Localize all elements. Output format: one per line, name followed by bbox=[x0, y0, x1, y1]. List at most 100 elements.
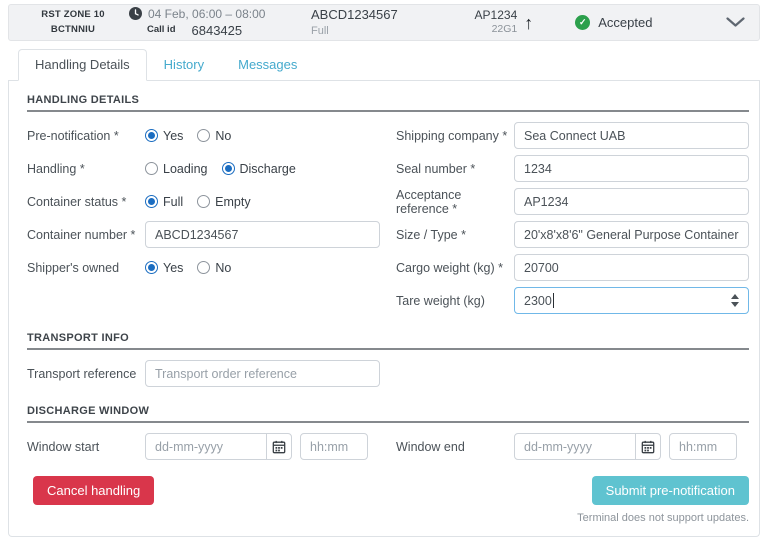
schedule-text: 04 Feb, 06:00 – 08:00 bbox=[148, 6, 266, 21]
calendar-icon bbox=[272, 440, 286, 454]
acceptance-reference-row: Acceptance reference * bbox=[396, 185, 749, 218]
window-end-time-input[interactable] bbox=[669, 433, 737, 460]
window-start-time-input[interactable] bbox=[300, 433, 368, 460]
collapse-chevron-icon[interactable] bbox=[726, 17, 745, 28]
check-circle-icon: ✓ bbox=[575, 15, 591, 30]
header-container-status: Full bbox=[311, 24, 329, 37]
seal-number-row: Seal number * bbox=[396, 152, 749, 185]
header-reference: AP1234 bbox=[474, 8, 518, 23]
zone-block: RST ZONE 10 BCTNNIU bbox=[23, 8, 123, 37]
handling-radio-discharge[interactable]: Discharge bbox=[221, 162, 296, 176]
handling-details-title: HANDLING DETAILS bbox=[27, 94, 749, 112]
acceptance-reference-label: Acceptance reference * bbox=[396, 187, 462, 216]
shippers-owned-label: Shipper's owned bbox=[27, 260, 120, 275]
container-number-label: Container number * bbox=[27, 227, 136, 242]
radio-selected-icon[interactable] bbox=[145, 261, 158, 274]
window-end-row: Window end bbox=[396, 430, 749, 463]
tare-weight-row: Tare weight (kg) 2300 bbox=[396, 284, 749, 317]
window-start-date-input[interactable] bbox=[145, 433, 267, 460]
handling-page: RST ZONE 10 BCTNNIU 04 Feb, 06:00 – 08:0… bbox=[0, 0, 768, 537]
pre-notification-radio-no[interactable]: No bbox=[197, 129, 231, 143]
container-number-row: Container number * bbox=[27, 218, 380, 251]
window-start-label: Window start bbox=[27, 439, 100, 454]
tab-history[interactable]: History bbox=[147, 49, 221, 81]
handling-details-card: HANDLING DETAILS Pre-notification * Yes bbox=[8, 81, 760, 537]
section-handling-details: HANDLING DETAILS Pre-notification * Yes bbox=[27, 94, 749, 317]
stepper-up-icon[interactable] bbox=[731, 294, 739, 299]
action-bar: Cancel handling Submit pre-notification … bbox=[27, 476, 749, 524]
transport-reference-label: Transport reference bbox=[27, 366, 137, 381]
window-start-calendar-button[interactable] bbox=[266, 433, 292, 460]
transport-info-title: TRANSPORT INFO bbox=[27, 332, 749, 350]
shipping-company-label: Shipping company * bbox=[396, 128, 508, 143]
size-type-row: Size / Type * bbox=[396, 218, 749, 251]
acceptance-reference-input[interactable] bbox=[514, 188, 749, 215]
status-text: Accepted bbox=[598, 15, 653, 30]
radio-unselected-icon[interactable] bbox=[197, 261, 211, 274]
number-stepper[interactable] bbox=[728, 292, 742, 309]
header-container-number: ABCD1234567 bbox=[311, 6, 398, 22]
cargo-weight-row: Cargo weight (kg) * bbox=[396, 251, 749, 284]
container-status-radio-full[interactable]: Full bbox=[145, 195, 183, 209]
clock-icon bbox=[129, 7, 142, 21]
size-type-label: Size / Type * bbox=[396, 227, 466, 242]
tab-bar: Handling Details History Messages bbox=[8, 49, 760, 81]
call-id-value: 6843425 bbox=[191, 22, 243, 38]
handling-right-column: Shipping company * Seal number * Accepta… bbox=[396, 119, 749, 317]
seal-number-input[interactable] bbox=[514, 155, 749, 182]
header-iso-code: 22G1 bbox=[491, 23, 518, 36]
zone-label: RST ZONE 10 bbox=[41, 9, 105, 21]
call-summary-bar: RST ZONE 10 BCTNNIU 04 Feb, 06:00 – 08:0… bbox=[8, 4, 760, 41]
container-status-label: Container status * bbox=[27, 194, 127, 209]
discharge-window-title: DISCHARGE WINDOW bbox=[27, 405, 749, 423]
cargo-weight-label: Cargo weight (kg) * bbox=[396, 260, 503, 275]
shipping-company-row: Shipping company * bbox=[396, 119, 749, 152]
shipping-company-input[interactable] bbox=[514, 122, 749, 149]
arrow-up-icon: ↑ bbox=[524, 12, 534, 33]
transport-reference-row: Transport reference bbox=[27, 357, 380, 390]
tare-weight-label: Tare weight (kg) bbox=[396, 293, 485, 308]
radio-unselected-icon[interactable] bbox=[197, 129, 211, 142]
shippers-owned-row: Shipper's owned Yes No bbox=[27, 251, 380, 284]
tab-messages[interactable]: Messages bbox=[221, 49, 314, 81]
pre-notification-radio-yes[interactable]: Yes bbox=[145, 129, 183, 143]
window-end-label: Window end bbox=[396, 439, 465, 454]
cargo-weight-input[interactable] bbox=[514, 254, 749, 281]
size-type-input[interactable] bbox=[514, 221, 749, 248]
window-end-calendar-button[interactable] bbox=[635, 433, 661, 460]
radio-selected-icon[interactable] bbox=[145, 195, 158, 208]
handling-radio-loading[interactable]: Loading bbox=[145, 162, 208, 176]
handling-type-row: Handling * Loading Discharge bbox=[27, 152, 380, 185]
status-badge: ✓ Accepted bbox=[575, 15, 652, 30]
handling-type-label: Handling * bbox=[27, 161, 85, 176]
shippers-owned-radio-no[interactable]: No bbox=[197, 261, 231, 275]
terminal-code: BCTNNIU bbox=[50, 23, 96, 35]
container-number-input[interactable] bbox=[145, 221, 380, 248]
window-end-date-input[interactable] bbox=[514, 433, 636, 460]
pre-notification-label: Pre-notification * bbox=[27, 128, 119, 143]
shippers-owned-radio-yes[interactable]: Yes bbox=[145, 261, 183, 275]
calendar-icon bbox=[641, 440, 655, 454]
schedule-block: 04 Feb, 06:00 – 08:00 Call id 6843425 bbox=[129, 6, 297, 40]
radio-selected-icon[interactable] bbox=[221, 162, 235, 175]
radio-unselected-icon[interactable] bbox=[197, 195, 211, 208]
container-status-row: Container status * Full Empty bbox=[27, 185, 380, 218]
seal-number-label: Seal number * bbox=[396, 161, 476, 176]
call-id-label: Call id bbox=[147, 24, 176, 36]
stepper-down-icon[interactable] bbox=[731, 302, 739, 307]
radio-unselected-icon[interactable] bbox=[145, 162, 158, 175]
handling-left-column: Pre-notification * Yes No Handling * Loa… bbox=[27, 119, 380, 317]
text-cursor bbox=[552, 293, 554, 308]
reference-block: AP1234 22G1 bbox=[475, 8, 518, 36]
transport-reference-input[interactable] bbox=[145, 360, 380, 387]
section-discharge-window: DISCHARGE WINDOW Window start dd-mm-yyyy… bbox=[27, 405, 749, 463]
tare-weight-input[interactable]: 2300 bbox=[514, 287, 749, 314]
tab-handling-details[interactable]: Handling Details bbox=[18, 49, 147, 81]
pre-notification-row: Pre-notification * Yes No bbox=[27, 119, 380, 152]
window-start-row: Window start bbox=[27, 430, 380, 463]
section-transport-info: TRANSPORT INFO Transport reference bbox=[27, 332, 749, 390]
container-status-radio-empty[interactable]: Empty bbox=[197, 195, 251, 209]
terminal-note: Terminal does not support updates. bbox=[577, 512, 749, 524]
container-block: ABCD1234567 Full bbox=[311, 7, 461, 38]
radio-selected-icon[interactable] bbox=[145, 129, 158, 142]
